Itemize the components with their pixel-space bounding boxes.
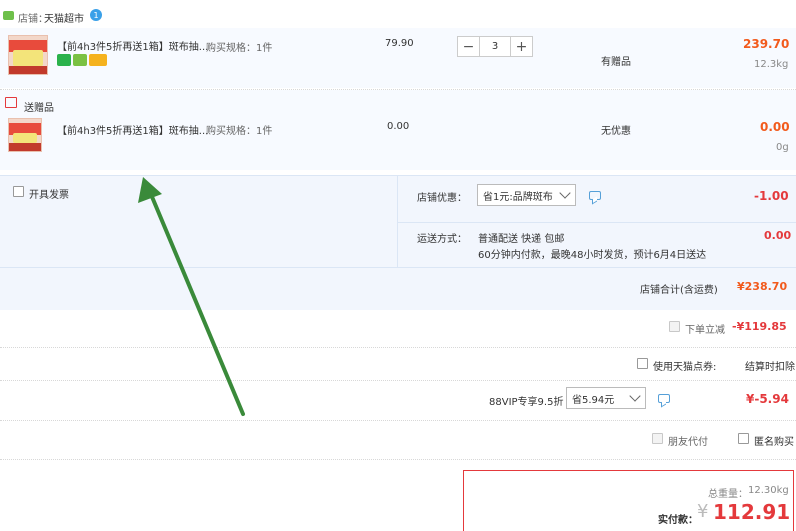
annotation-arrow [138, 177, 245, 416]
